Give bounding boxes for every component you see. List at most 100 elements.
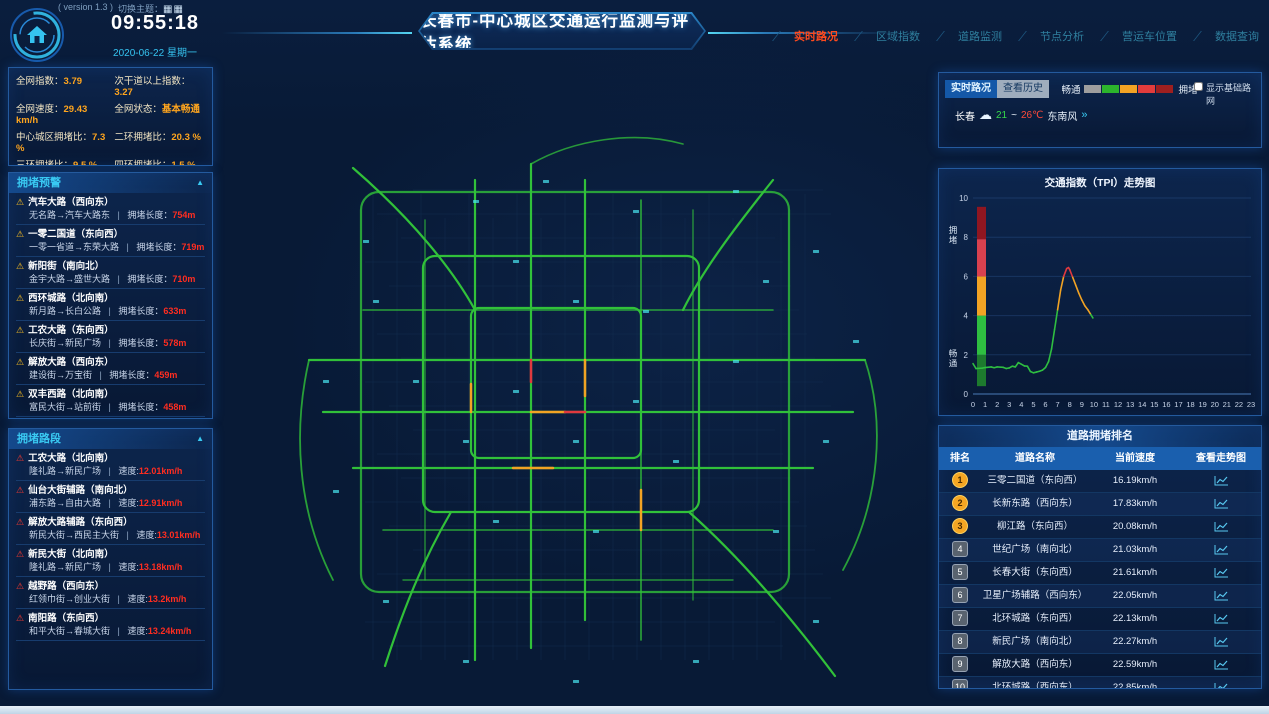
- congested-list-item[interactable]: ⚠ 仙台大街辅路（南向北） 浦东路→自由大路 | 速度:12.91km/h: [16, 481, 205, 513]
- wind-direction: 东南风: [1047, 108, 1077, 123]
- congested-list-item[interactable]: ⚠ 新民大街（北向南） 隆礼路→新民广场 | 速度:13.18km/h: [16, 545, 205, 577]
- current-speed: 22.13km/h: [1089, 608, 1181, 630]
- temp-high: 26℃: [1021, 110, 1043, 121]
- segment: 新月路→长白公路: [29, 306, 101, 316]
- road-name: 长春大街（东向西）: [981, 562, 1089, 584]
- svg-text:20: 20: [1211, 400, 1219, 409]
- panel-title: 拥堵路段: [17, 429, 61, 449]
- app-title-banner: 长春市-中心城区交通运行监测与评估系统: [418, 12, 706, 50]
- rank-badge: 9: [952, 656, 968, 672]
- svg-text:通: 通: [949, 359, 958, 369]
- svg-text:0: 0: [964, 390, 969, 399]
- nav-item[interactable]: 营运车位置: [1104, 28, 1177, 44]
- road-name: 柳江路（东向西）: [981, 516, 1089, 538]
- rank-badge: 2: [952, 495, 968, 511]
- road-name: 三零二国道（东向西）: [981, 470, 1089, 492]
- congested-list-item[interactable]: ⚠ 越野路（西向东） 红领巾街→创业大街 | 速度:13.2km/h: [16, 577, 205, 609]
- main-nav: 实时路况 区域指数 道路监测 节点分析 营运车位置 数据查询: [776, 28, 1259, 44]
- rank-badge: 10: [952, 679, 968, 689]
- nav-item[interactable]: 区域指数: [858, 28, 920, 44]
- nav-item[interactable]: 节点分析: [1022, 28, 1084, 44]
- nav-item[interactable]: 道路监测: [940, 28, 1002, 44]
- rank-badge: 5: [952, 564, 968, 580]
- nav-separator-icon: [1100, 31, 1117, 41]
- svg-text:18: 18: [1186, 400, 1194, 409]
- warning-list-item[interactable]: ⚠ 工农大路（东向西） 长庆街→新民广场 | 拥堵长度：578m: [16, 321, 205, 353]
- warning-icon: ⚠: [16, 357, 24, 368]
- current-speed: 22.27km/h: [1089, 631, 1181, 653]
- segment: 和平大街→春城大街: [29, 626, 110, 636]
- congestion-length: 459m: [154, 370, 177, 380]
- trend-chart-icon[interactable]: [1181, 498, 1261, 510]
- network-stats-panel: 全网指数：3.79 次干道以上指数：3.27 全网速度：29.43 km/h 全…: [8, 67, 213, 166]
- warning-list-item[interactable]: ⚠ 新阳街（南向北） 金宇大路→盛世大路 | 拥堵长度：710m: [16, 257, 205, 289]
- road-name: 解放大路（西向东）: [981, 654, 1089, 676]
- svg-text:3: 3: [1007, 400, 1011, 409]
- segment: 建设街→万宝街: [29, 370, 92, 380]
- svg-text:11: 11: [1102, 400, 1110, 409]
- traffic-legend: 畅通 拥堵: [1061, 82, 1197, 96]
- svg-text:8: 8: [1068, 400, 1072, 409]
- city-map[interactable]: [213, 60, 938, 706]
- current-speed: 22.59km/h: [1089, 654, 1181, 676]
- weather-more-icon[interactable]: »: [1081, 109, 1087, 121]
- trend-chart-icon[interactable]: [1181, 636, 1261, 648]
- basemap-checkbox[interactable]: [1194, 82, 1203, 91]
- congested-list-item[interactable]: ⚠ 解放大路辅路（东向西） 新民大街→西民主大街 | 速度:13.01km/h: [16, 513, 205, 545]
- trend-chart-icon[interactable]: [1181, 521, 1261, 533]
- legend-color-box: [1102, 85, 1119, 93]
- trend-chart-icon[interactable]: [1181, 613, 1261, 625]
- legend-color-box: [1138, 85, 1155, 93]
- trend-chart-icon[interactable]: [1181, 659, 1261, 671]
- version-label: ( version 1.3 ): [58, 2, 113, 12]
- nav-item[interactable]: 数据查询: [1197, 28, 1259, 44]
- collapse-icon[interactable]: ▲: [196, 429, 204, 449]
- jam-warning-icon: ⚠: [16, 581, 24, 592]
- road-name: 解放大路辅路（东向西）: [28, 517, 133, 528]
- svg-text:21: 21: [1223, 400, 1231, 409]
- basemap-toggle[interactable]: 显示基础路网: [1194, 81, 1256, 107]
- free-flow-roads: [300, 138, 877, 676]
- roadview-tab[interactable]: 实时路况: [945, 80, 997, 98]
- congested-list-item[interactable]: ⚠ 工农大路（北向南） 隆礼路→新民广场 | 速度:12.01km/h: [16, 449, 205, 481]
- stat-cell: 四环拥堵比：1.5 %: [114, 157, 205, 166]
- road-name: 一零二国道（东向西）: [28, 229, 123, 240]
- road-name: 越野路（西向东）: [28, 581, 104, 592]
- column-header: 道路名称: [981, 447, 1089, 470]
- legend-color-box: [1084, 85, 1101, 93]
- table-title: 道路拥堵排名: [939, 426, 1261, 447]
- warning-list-item[interactable]: ⚠ 吉林大路（东向西） 临河街→亚泰大街 | 拥堵长度：455m: [16, 417, 205, 419]
- column-header: 排名: [939, 447, 981, 470]
- trend-chart-icon[interactable]: [1181, 475, 1261, 487]
- congestion-warning-panel: 拥堵预警 ▲ ⚠ 汽车大路（西向东） 无名路→汽车大路东 | 拥堵长度：754m…: [8, 172, 213, 419]
- roadview-tab[interactable]: 查看历史: [997, 80, 1049, 98]
- trend-chart-icon[interactable]: [1181, 567, 1261, 579]
- segment: 红领巾街→创业大街: [29, 594, 110, 604]
- warning-list-item[interactable]: ⚠ 解放大路（西向东） 建设街→万宝街 | 拥堵长度：459m: [16, 353, 205, 385]
- svg-text:6: 6: [964, 272, 969, 281]
- stat-cell: 二环拥堵比：20.3 %: [114, 129, 205, 157]
- home-logo[interactable]: [8, 6, 66, 64]
- horizontal-scrollbar[interactable]: [0, 706, 1269, 714]
- current-date: 2020-06-22 星期一: [88, 44, 222, 59]
- chart-title: 交通指数（TPI）走势图: [939, 169, 1261, 190]
- svg-text:23: 23: [1247, 400, 1255, 409]
- trend-chart-icon[interactable]: [1181, 544, 1261, 556]
- table-row: 1 三零二国道（东向西） 16.19km/h: [939, 470, 1261, 493]
- warning-list-item[interactable]: ⚠ 双丰西路（北向南） 富民大街→站前街 | 拥堵长度：458m: [16, 385, 205, 417]
- speed-value: 13.24km/h: [148, 626, 192, 636]
- nav-item[interactable]: 实时路况: [776, 28, 838, 44]
- warning-list-item[interactable]: ⚠ 汽车大路（西向东） 无名路→汽车大路东 | 拥堵长度：754m: [16, 193, 205, 225]
- segment: 一零一省道→东荣大路: [29, 242, 119, 252]
- stat-cell: 次干道以上指数：3.27: [114, 73, 205, 101]
- tpi-line-chart: 0246810012345678910111213141516171819202…: [939, 190, 1261, 414]
- svg-text:10: 10: [959, 194, 968, 203]
- warning-list-item[interactable]: ⚠ 一零二国道（东向西） 一零一省道→东荣大路 | 拥堵长度：719m: [16, 225, 205, 257]
- svg-text:13: 13: [1126, 400, 1134, 409]
- congested-list-item[interactable]: ⚠ 南阳路（东向西） 和平大街→春城大街 | 速度:13.24km/h: [16, 609, 205, 641]
- column-header: 查看走势图: [1181, 447, 1261, 470]
- warning-list-item[interactable]: ⚠ 西环城路（北向南） 新月路→长白公路 | 拥堵长度：633m: [16, 289, 205, 321]
- collapse-icon[interactable]: ▲: [196, 173, 204, 193]
- trend-chart-icon[interactable]: [1181, 682, 1261, 689]
- trend-chart-icon[interactable]: [1181, 590, 1261, 602]
